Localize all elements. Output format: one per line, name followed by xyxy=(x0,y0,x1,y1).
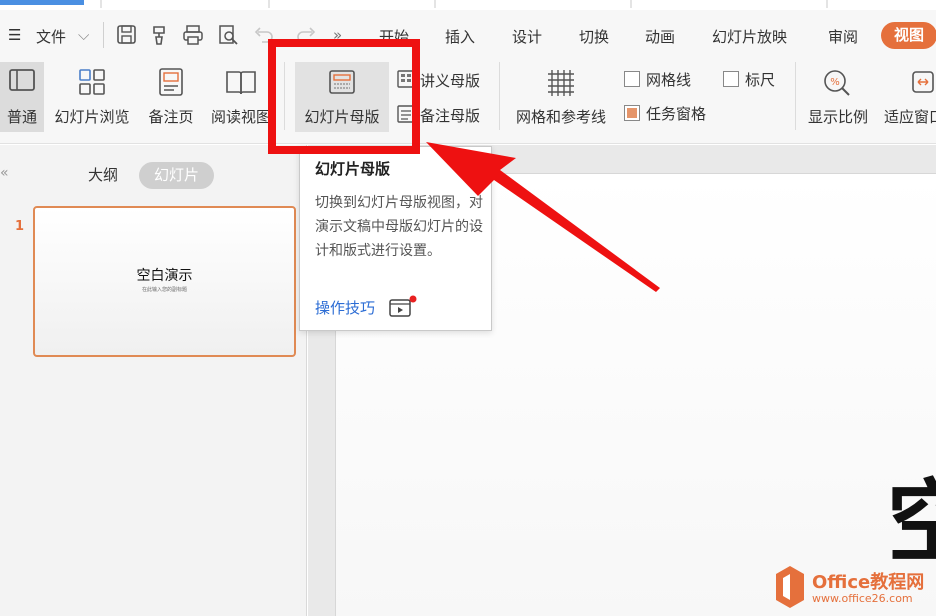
watermark-brand: Office教程网 xyxy=(812,572,925,593)
annotation-arrow-icon xyxy=(426,142,660,292)
watermark-url: www.office26.com xyxy=(812,592,913,605)
